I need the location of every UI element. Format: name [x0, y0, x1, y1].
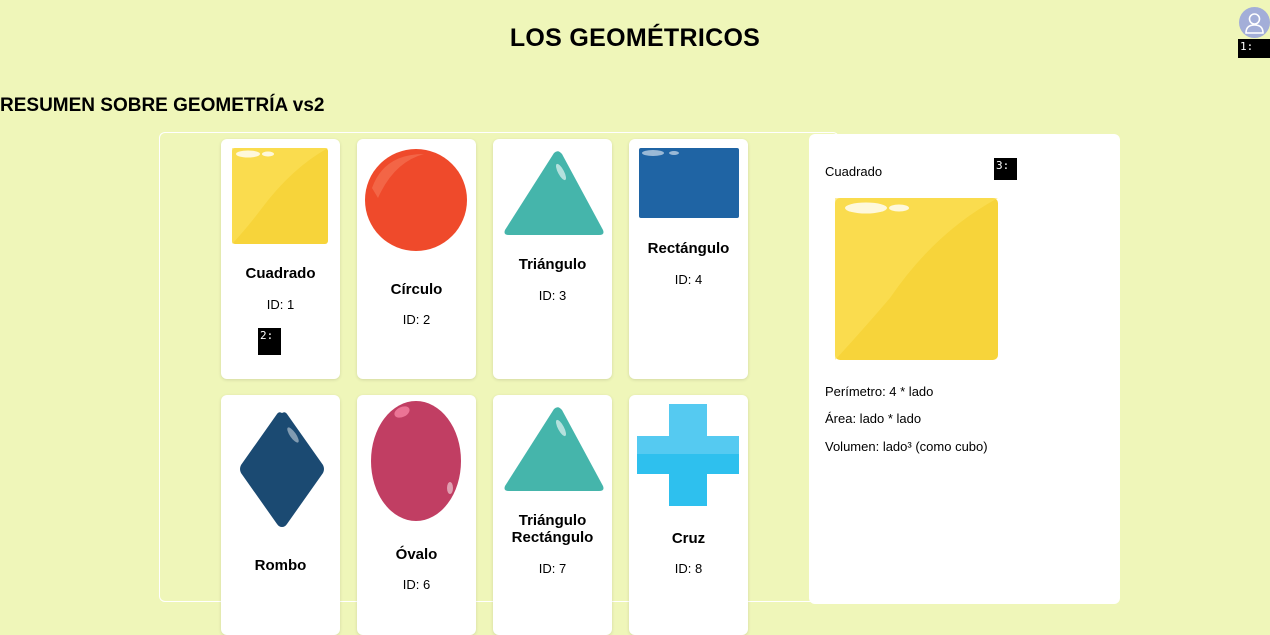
shape-card-name: Cuadrado [245, 265, 316, 282]
shape-card-name: Triángulo [518, 256, 587, 273]
shape-card-id: ID: 2 [402, 312, 431, 327]
section-title: RESUMEN SOBRE GEOMETRÍA vs2 [0, 95, 325, 116]
square-icon [232, 148, 328, 244]
shape-card-name: Rombo [254, 557, 307, 574]
marker-3: 3: [994, 158, 1017, 180]
shape-card-id: ID: 3 [538, 288, 567, 303]
circle-icon [365, 149, 467, 251]
shape-card-circulo[interactable]: Círculo ID: 2 [357, 139, 476, 379]
shape-card-id: ID: 1 [266, 297, 295, 312]
shape-card-ovalo[interactable]: Óvalo ID: 6 [357, 395, 476, 635]
shape-card-name-line2: Rectángulo [511, 529, 594, 546]
shape-card-id: ID: 8 [674, 561, 703, 576]
detail-square-icon [835, 198, 998, 360]
page-title: LOS GEOMÉTRICOS [509, 24, 761, 52]
rhombus-icon [240, 412, 324, 527]
detail-volume: Volumen: lado³ (como cubo) [825, 439, 988, 454]
shape-card-name: Rectángulo [647, 240, 730, 257]
oval-icon [371, 401, 461, 521]
cross-icon [637, 404, 739, 506]
detail-shape-name: Cuadrado [825, 164, 883, 179]
shape-card-name: Óvalo [395, 546, 438, 563]
marker-1: 1: [1238, 39, 1270, 58]
shape-detail-panel: Cuadrado Perímetro: 4 * lado Área: lado … [809, 134, 1120, 604]
shape-card-rectangulo[interactable]: Rectángulo ID: 4 [629, 139, 748, 379]
shape-card-name: Círculo [390, 281, 443, 298]
shape-card-id: ID: 7 [538, 561, 567, 576]
shape-card-triangulo-rectangulo[interactable]: Triángulo Rectángulo ID: 7 [493, 395, 612, 635]
detail-area: Área: lado * lado [825, 411, 922, 426]
detail-perimeter: Perímetro: 4 * lado [825, 384, 934, 399]
user-avatar-icon [1245, 13, 1264, 34]
shape-card-id: ID: 4 [674, 272, 703, 287]
shape-card-cruz[interactable]: Cruz ID: 8 [629, 395, 748, 635]
rectangle-icon [639, 148, 739, 218]
shape-card-rombo[interactable]: Rombo [221, 395, 340, 635]
right-triangle-icon [504, 407, 604, 491]
marker-2: 2: [258, 328, 281, 355]
user-avatar-button[interactable] [1239, 7, 1270, 38]
triangle-icon [504, 151, 604, 235]
shape-card-name: Triángulo Rectángulo [493, 512, 612, 546]
shape-card-name-line1: Triángulo [518, 512, 587, 529]
shape-card-name: Cruz [671, 530, 706, 547]
shape-card-triangulo[interactable]: Triángulo ID: 3 [493, 139, 612, 379]
